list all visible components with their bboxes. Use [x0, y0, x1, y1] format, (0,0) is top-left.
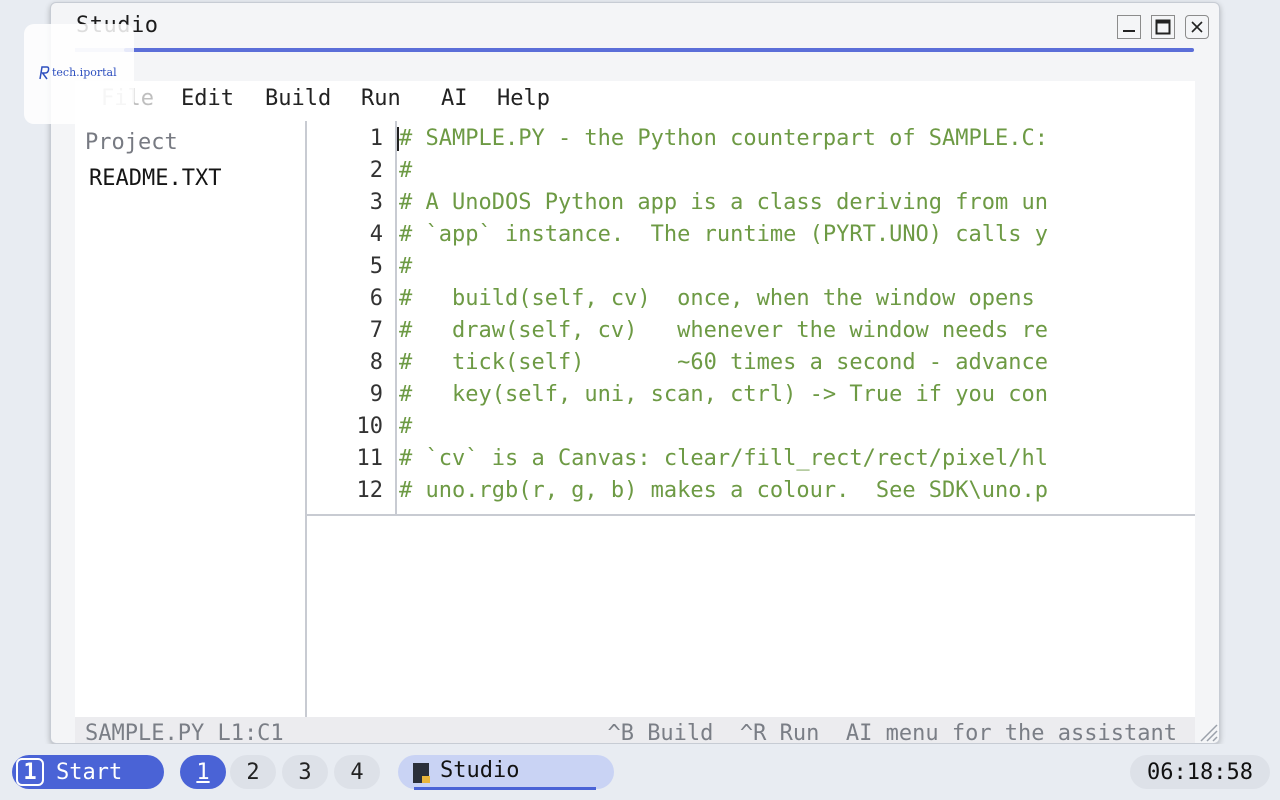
resize-grip-icon: [1200, 724, 1218, 742]
maximize-button[interactable]: [1151, 15, 1175, 39]
code-text: # draw(self, cv) whenever the window nee…: [399, 318, 1049, 343]
code-text: # `cv` is a Canvas: clear/fill_rect/rect…: [399, 446, 1049, 471]
menu-edit[interactable]: Edit: [181, 86, 234, 111]
menu-run[interactable]: Run: [361, 86, 401, 111]
watermark-badge: tech.iportal: [24, 24, 134, 124]
minimize-icon: [1123, 30, 1135, 32]
start-badge: 1: [16, 758, 44, 786]
code-line[interactable]: 12 # uno.rgb(r, g, b) makes a colour. See…: [307, 475, 1195, 507]
minimize-button[interactable]: [1117, 15, 1141, 39]
workspace-4-button[interactable]: 4: [334, 755, 380, 789]
text-caret: [397, 127, 399, 151]
project-sidebar: Project README.TXT: [75, 121, 307, 717]
line-number: 3: [369, 190, 383, 215]
code-text: #: [399, 414, 413, 439]
studio-window: Studio File Edit Build Run AI Help Proje…: [50, 2, 1220, 744]
title-bar[interactable]: Studio: [51, 3, 1219, 52]
brand-logo-icon: [39, 66, 50, 80]
project-file-readme[interactable]: README.TXT: [89, 166, 221, 191]
code-text: # uno.rgb(r, g, b) makes a colour. See S…: [399, 478, 1049, 503]
line-number: 4: [369, 222, 383, 247]
maximize-icon: [1155, 19, 1171, 35]
code-text: #: [399, 158, 413, 183]
line-number: 1: [369, 126, 383, 151]
code-line[interactable]: 6 # build(self, cv) once, when the window…: [307, 283, 1195, 315]
task-active-indicator: [414, 787, 596, 790]
watermark-text: tech.iportal: [52, 66, 117, 79]
task-label: Studio: [440, 758, 520, 783]
line-number: 12: [356, 478, 384, 503]
code-text: # tick(self) ~60 times a second - advanc…: [399, 350, 1049, 375]
status-file-position: SAMPLE.PY L1:C1: [85, 721, 284, 744]
line-number: 7: [369, 318, 383, 343]
task-studio[interactable]: Studio: [398, 755, 614, 790]
resize-grip[interactable]: [1195, 719, 1219, 743]
code-text: # A UnoDOS Python app is a class derivin…: [399, 190, 1049, 215]
app-window-icon: [413, 763, 430, 783]
line-number: 6: [369, 286, 383, 311]
line-number: 9: [369, 382, 383, 407]
code-line[interactable]: 5 #: [307, 251, 1195, 283]
line-number: 2: [369, 158, 383, 183]
code-line[interactable]: 11 # `cv` is a Canvas: clear/fill_rect/re…: [307, 443, 1195, 475]
code-text: # SAMPLE.PY - the Python counterpart of …: [399, 126, 1049, 151]
code-text: # `app` instance. The runtime (PYRT.UNO)…: [399, 222, 1049, 247]
taskbar: 1 Start 1 2 3 4 Studio 06:18:58: [0, 744, 1280, 800]
code-editor[interactable]: 1 # SAMPLE.PY - the Python counterpart of…: [307, 121, 1195, 516]
clock: 06:18:58: [1130, 755, 1270, 789]
code-line[interactable]: 7 # draw(self, cv) whenever the window ne…: [307, 315, 1195, 347]
status-shortcuts: ^B Build ^R Run AI menu for the assistan…: [607, 721, 1177, 744]
code-text: #: [399, 254, 413, 279]
menu-help[interactable]: Help: [497, 86, 550, 111]
line-number: 5: [369, 254, 383, 279]
menu-bar: File Edit Build Run AI Help: [75, 81, 1195, 121]
code-line[interactable]: 9 # key(self, uni, scan, ctrl) -> True if…: [307, 379, 1195, 411]
menu-build[interactable]: Build: [265, 86, 331, 111]
start-button[interactable]: 1 Start: [12, 755, 164, 789]
close-icon: [1191, 21, 1203, 33]
code-text: # build(self, cv) once, when the window …: [399, 286, 1035, 311]
line-number: 11: [356, 446, 384, 471]
workspace-area: Project README.TXT 1 # SAMPLE.PY - the Py…: [75, 121, 1195, 717]
workspace-1-button[interactable]: 1: [180, 755, 226, 789]
code-text: # key(self, uni, scan, ctrl) -> True if …: [399, 382, 1049, 407]
status-bar: SAMPLE.PY L1:C1 ^B Build ^R Run AI menu …: [75, 717, 1195, 744]
line-number: 8: [369, 350, 383, 375]
code-line[interactable]: 2 #: [307, 155, 1195, 187]
workspace-3-button[interactable]: 3: [282, 755, 328, 789]
title-accent-bar: [124, 48, 1194, 52]
start-label: Start: [56, 759, 123, 785]
line-number: 10: [356, 414, 384, 439]
code-line[interactable]: 10 #: [307, 411, 1195, 443]
menu-ai[interactable]: AI: [441, 86, 468, 111]
close-button[interactable]: [1185, 15, 1209, 39]
project-heading: Project: [85, 130, 178, 155]
code-line[interactable]: 8 # tick(self) ~60 times a second - advan…: [307, 347, 1195, 379]
workspace-2-button[interactable]: 2: [230, 755, 276, 789]
code-line[interactable]: 3 # A UnoDOS Python app is a class derivi…: [307, 187, 1195, 219]
code-line[interactable]: 4 # `app` instance. The runtime (PYRT.UNO…: [307, 219, 1195, 251]
code-line[interactable]: 1 # SAMPLE.PY - the Python counterpart of…: [307, 123, 1195, 155]
